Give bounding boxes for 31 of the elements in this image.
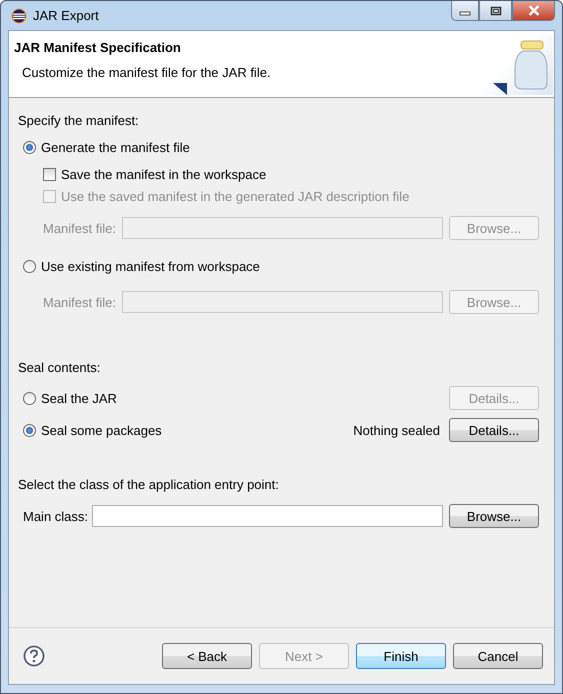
status-text: Nothing sealed (353, 422, 440, 438)
close-icon (526, 5, 540, 16)
radio-button[interactable] (23, 392, 36, 404)
window-title: JAR Export (33, 8, 99, 23)
radio-button[interactable] (23, 260, 36, 272)
main-class-field[interactable] (92, 505, 443, 527)
radio-button[interactable] (23, 140, 36, 154)
field-label: Manifest file: (43, 220, 117, 236)
page-title: JAR Manifest Specification (14, 40, 182, 55)
radio-label[interactable]: Generate the manifest file (41, 140, 190, 154)
minimize-button[interactable] (451, 1, 479, 21)
checkbox[interactable]: Save the manifest in the workspace (43, 166, 266, 182)
dialog-button[interactable]: < Back (162, 643, 252, 669)
radio-label[interactable]: Seal the JAR (41, 390, 117, 406)
field-label: Manifest file: (43, 294, 117, 310)
field-label: Main class: (23, 508, 90, 524)
details-button[interactable]: Details... (449, 418, 539, 442)
section-label: Select the class of the application entry point: (18, 476, 279, 492)
maximize-button[interactable] (479, 1, 512, 21)
page-description: Customize the manifest file for the JAR file. (22, 65, 272, 80)
radio-label[interactable]: Use existing manifest from workspace (41, 258, 260, 274)
close-button[interactable] (512, 1, 555, 21)
dialog-button[interactable]: Finish (356, 643, 446, 669)
maximize-icon (490, 6, 502, 16)
section-label: Specify the manifest: (18, 112, 139, 128)
radio-label[interactable]: Seal some packages (41, 422, 162, 438)
help-icon[interactable] (23, 645, 45, 667)
dialog-button[interactable]: Cancel (453, 643, 543, 669)
section-label: Seal contents: (18, 360, 100, 374)
browse-button[interactable]: Browse... (449, 504, 539, 528)
radio-button[interactable] (23, 424, 36, 436)
